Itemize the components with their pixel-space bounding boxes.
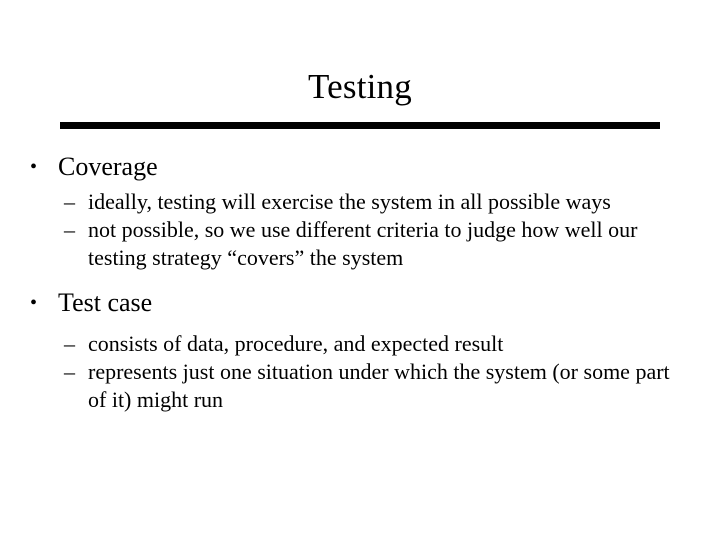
bullet-level1-test-case: • Test case	[0, 286, 720, 320]
bullet-dot-icon: •	[30, 156, 38, 178]
slide-title-block: Testing	[0, 66, 720, 108]
bullet-level2-label: not possible, so we use different criter…	[88, 217, 638, 270]
bullet-level1-label: Coverage	[58, 152, 158, 181]
bullet-dot-icon: •	[30, 292, 38, 314]
bullet-level2-label: ideally, testing will exercise the syste…	[88, 189, 611, 214]
presentation-slide: Testing • Coverage – ideally, testing wi…	[0, 0, 720, 540]
bullet-level2-item: – not possible, so we use different crit…	[0, 216, 720, 272]
bullet-level2-item: – represents just one situation under wh…	[0, 358, 720, 414]
bullet-level1-label: Test case	[58, 288, 153, 317]
bullet-level1-coverage: • Coverage	[0, 150, 720, 184]
bullet-dash-icon: –	[64, 331, 75, 356]
title-divider-rule	[60, 122, 660, 129]
page-title: Testing	[308, 67, 412, 106]
bullet-level2-item: – consists of data, procedure, and expec…	[0, 330, 720, 358]
bullet-level2-label: consists of data, procedure, and expecte…	[88, 331, 504, 356]
slide-body: • Coverage – ideally, testing will exerc…	[0, 150, 720, 414]
bullet-dash-icon: –	[64, 359, 75, 384]
bullet-dash-icon: –	[64, 189, 75, 214]
bullet-group-test-case: • Test case – consists of data, procedur…	[0, 286, 720, 414]
bullet-dash-icon: –	[64, 217, 75, 242]
bullet-group-coverage: • Coverage – ideally, testing will exerc…	[0, 150, 720, 272]
bullet-level2-label: represents just one situation under whic…	[88, 359, 670, 412]
bullet-level2-item: – ideally, testing will exercise the sys…	[0, 188, 720, 216]
